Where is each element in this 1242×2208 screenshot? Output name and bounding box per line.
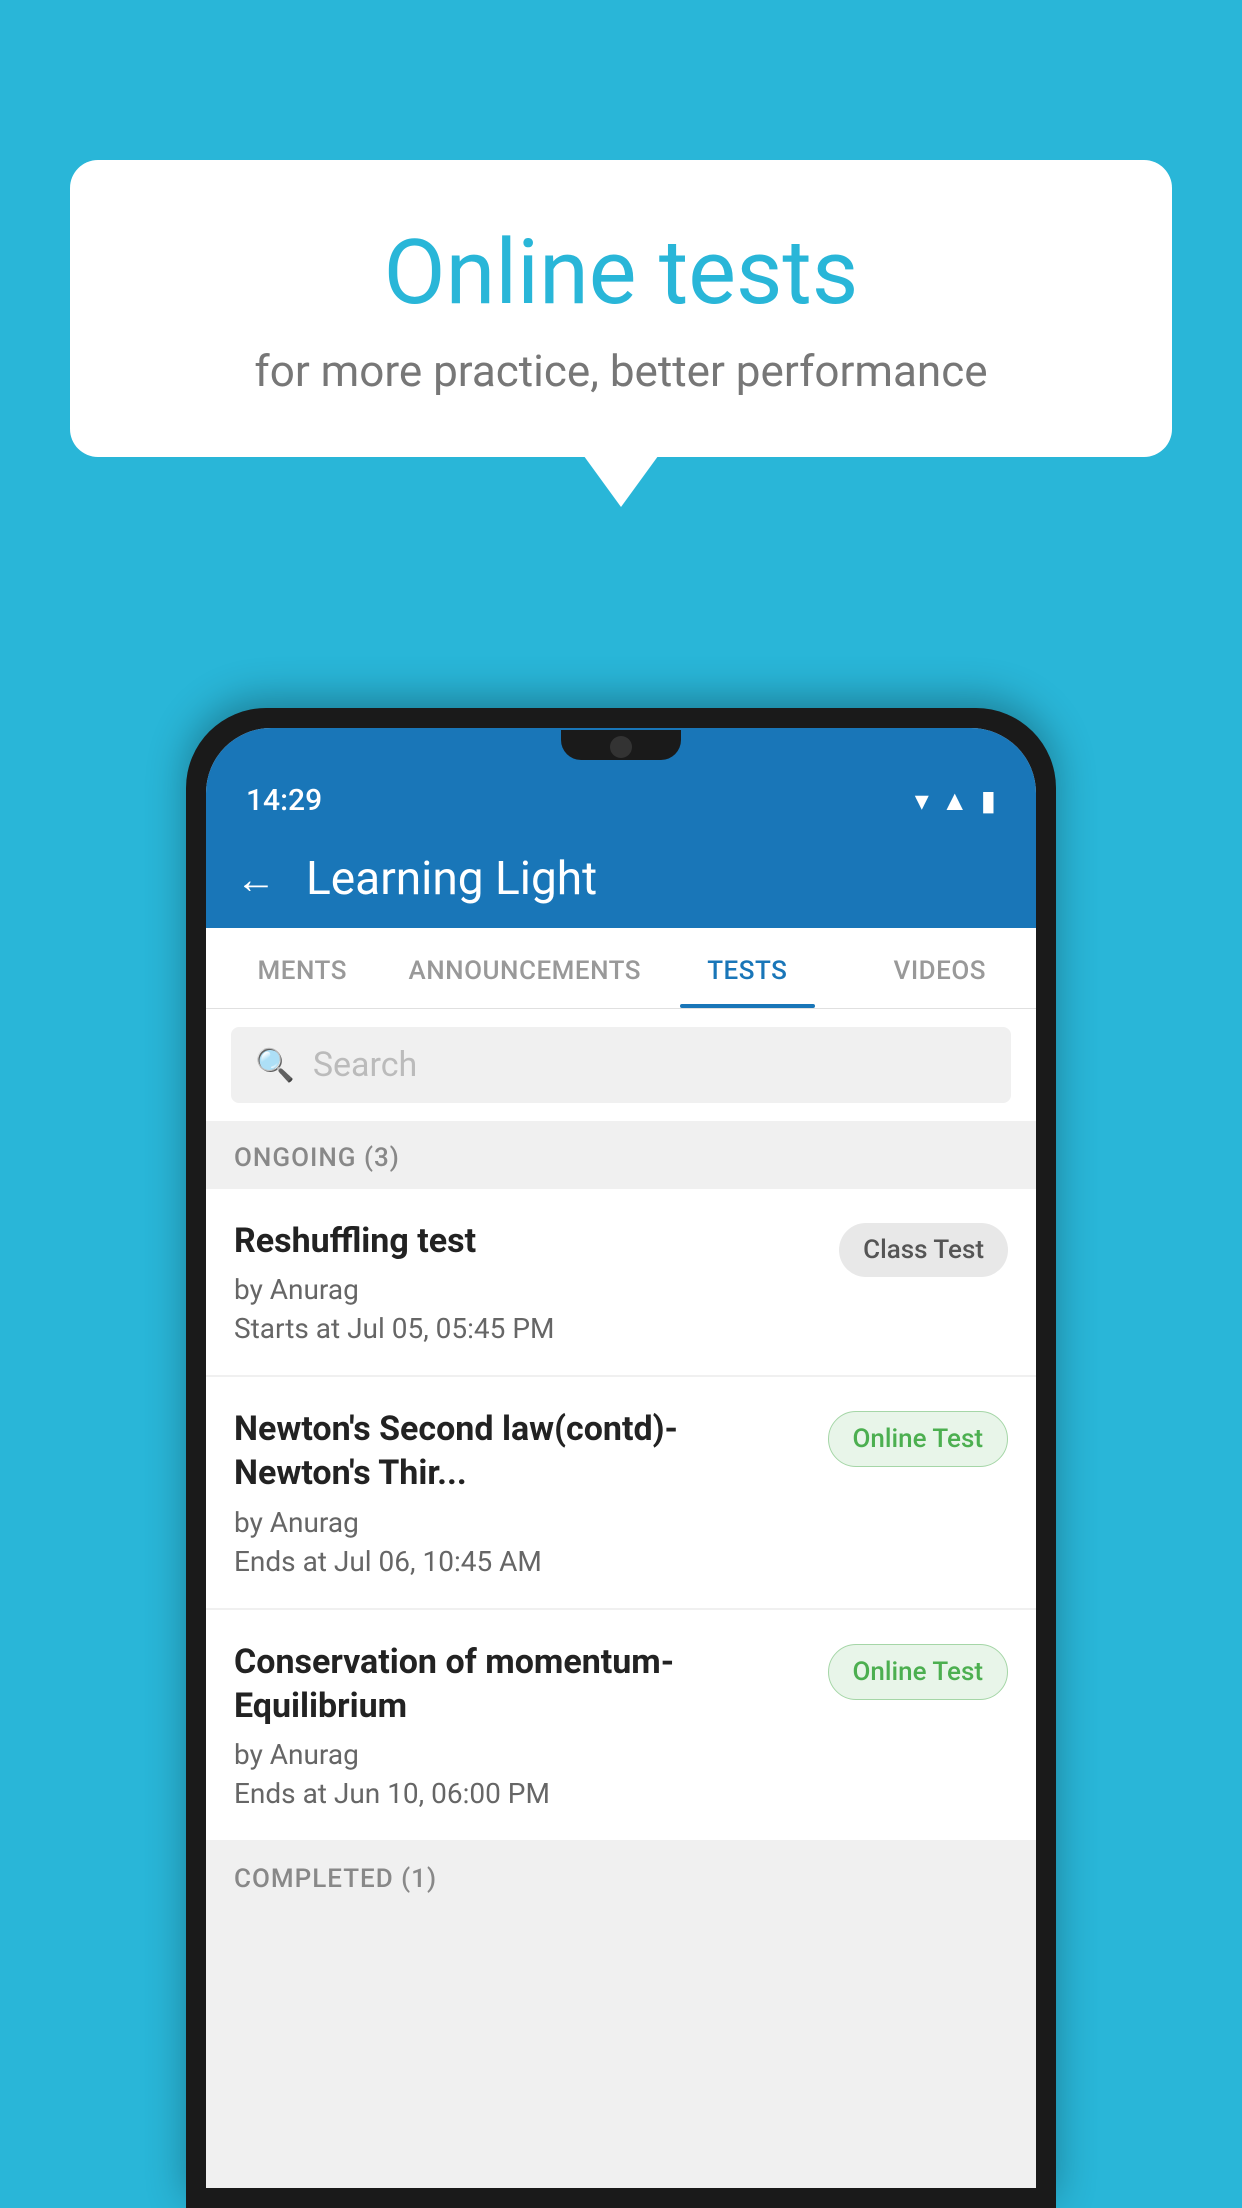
test-info-2: Newton's Second law(contd)-Newton's Thir… bbox=[234, 1407, 808, 1577]
status-time: 14:29 bbox=[246, 783, 322, 818]
test-info-1: Reshuffling test by Anurag Starts at Jul… bbox=[234, 1219, 819, 1345]
tabs-bar: MENTS ANNOUNCEMENTS TESTS VIDEOS bbox=[206, 928, 1036, 1009]
search-container: 🔍 Search bbox=[206, 1009, 1036, 1121]
tab-tests[interactable]: TESTS bbox=[651, 928, 843, 1008]
test-by-1: by Anurag bbox=[234, 1273, 819, 1306]
search-placeholder: Search bbox=[313, 1045, 417, 1085]
test-name-1: Reshuffling test bbox=[234, 1219, 819, 1263]
search-box[interactable]: 🔍 Search bbox=[231, 1027, 1011, 1103]
test-badge-3: Online Test bbox=[828, 1644, 1009, 1700]
back-button[interactable]: ← bbox=[236, 856, 276, 903]
bubble-title: Online tests bbox=[120, 220, 1122, 325]
tab-ments[interactable]: MENTS bbox=[206, 928, 398, 1008]
app-bar: ← Learning Light bbox=[206, 830, 1036, 928]
battery-icon: ▮ bbox=[981, 784, 996, 817]
test-item-2[interactable]: Newton's Second law(contd)-Newton's Thir… bbox=[206, 1377, 1036, 1607]
tab-videos[interactable]: VIDEOS bbox=[844, 928, 1036, 1008]
search-icon: 🔍 bbox=[255, 1046, 295, 1084]
wifi-icon: ▾ bbox=[915, 784, 929, 817]
tab-announcements[interactable]: ANNOUNCEMENTS bbox=[398, 928, 651, 1008]
test-badge-1: Class Test bbox=[839, 1223, 1008, 1277]
test-time-1: Starts at Jul 05, 05:45 PM bbox=[234, 1312, 819, 1345]
ongoing-section-header: ONGOING (3) bbox=[206, 1121, 1036, 1189]
bubble-subtitle: for more practice, better performance bbox=[120, 345, 1122, 397]
status-icons: ▾ ▲ ▮ bbox=[915, 784, 996, 817]
test-item-3[interactable]: Conservation of momentum-Equilibrium by … bbox=[206, 1610, 1036, 1840]
completed-section-header: COMPLETED (1) bbox=[206, 1842, 1036, 1910]
phone-frame: 14:29 ▾ ▲ ▮ ← Learning Light MENTS ANNOU… bbox=[186, 708, 1056, 2208]
test-item-1[interactable]: Reshuffling test by Anurag Starts at Jul… bbox=[206, 1189, 1036, 1375]
content-area: ONGOING (3) Reshuffling test by Anurag S… bbox=[206, 1121, 1036, 2188]
test-time-2: Ends at Jul 06, 10:45 AM bbox=[234, 1545, 808, 1578]
test-time-3: Ends at Jun 10, 06:00 PM bbox=[234, 1777, 808, 1810]
app-title: Learning Light bbox=[306, 852, 597, 906]
phone-screen: 14:29 ▾ ▲ ▮ ← Learning Light MENTS ANNOU… bbox=[206, 728, 1036, 2188]
speech-bubble: Online tests for more practice, better p… bbox=[70, 160, 1172, 457]
phone-camera bbox=[610, 736, 632, 758]
test-by-2: by Anurag bbox=[234, 1506, 808, 1539]
test-info-3: Conservation of momentum-Equilibrium by … bbox=[234, 1640, 808, 1810]
test-name-2: Newton's Second law(contd)-Newton's Thir… bbox=[234, 1407, 808, 1495]
test-name-3: Conservation of momentum-Equilibrium bbox=[234, 1640, 808, 1728]
test-badge-2: Online Test bbox=[828, 1411, 1009, 1467]
signal-icon: ▲ bbox=[941, 784, 969, 817]
test-by-3: by Anurag bbox=[234, 1738, 808, 1771]
